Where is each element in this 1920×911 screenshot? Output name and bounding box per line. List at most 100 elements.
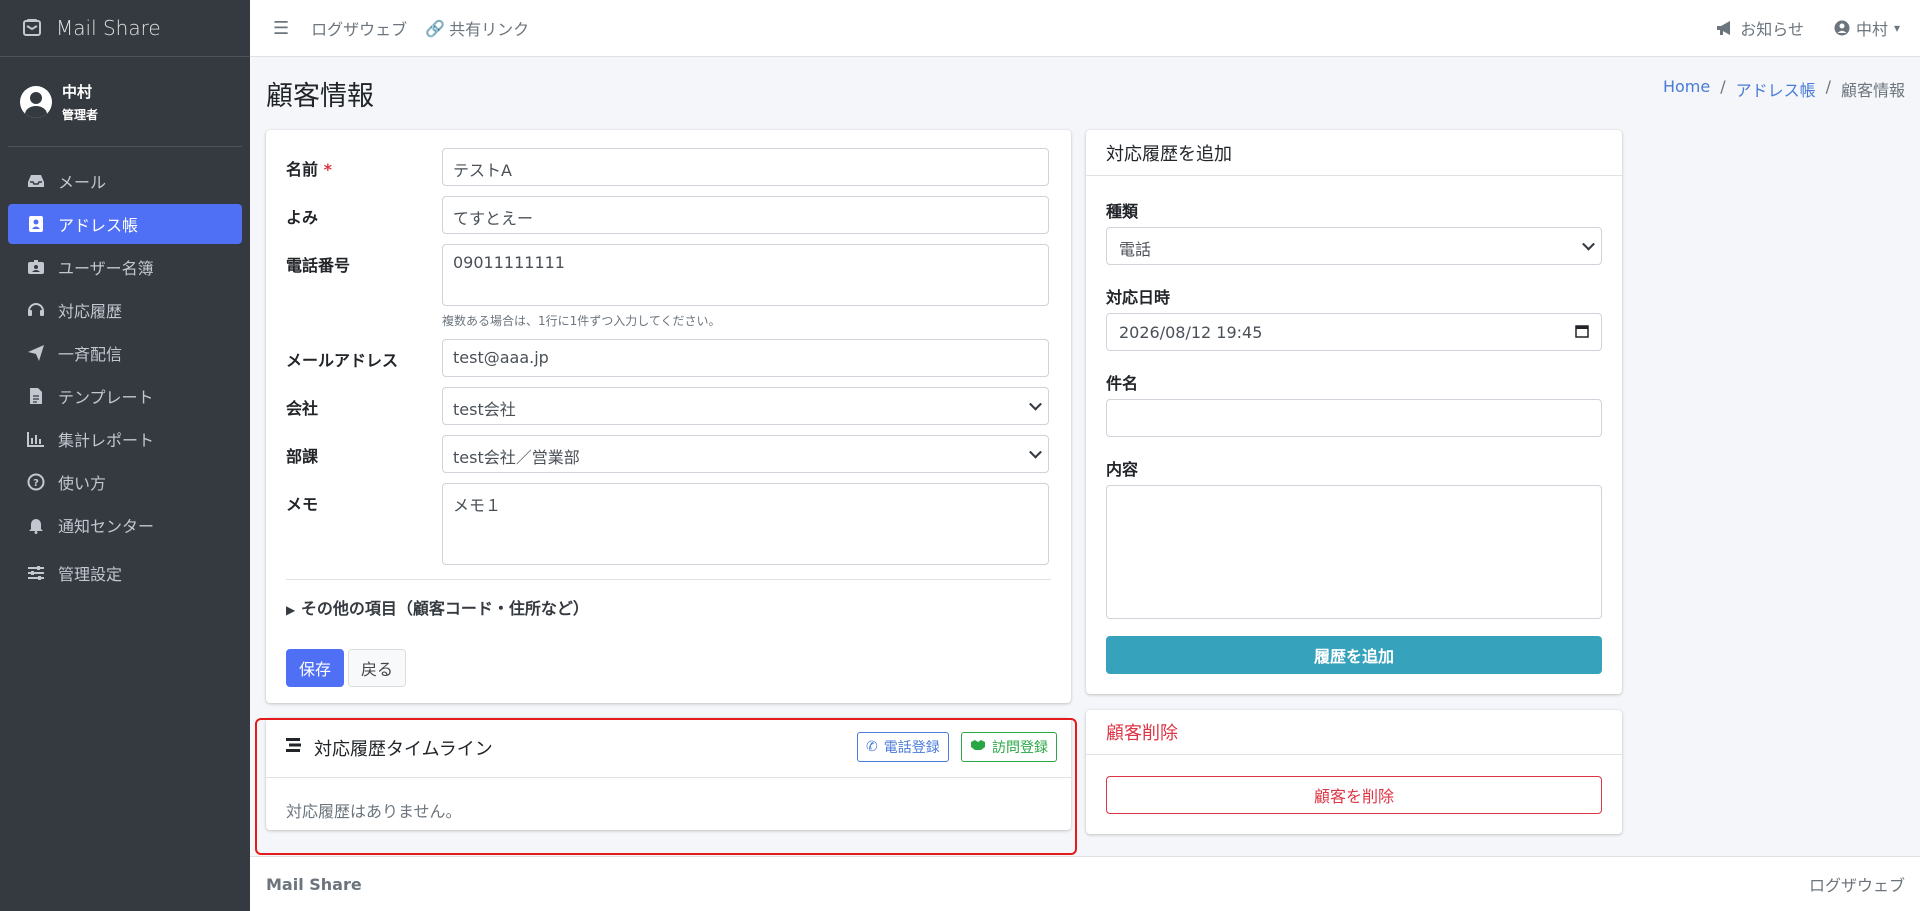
breadcrumb-home[interactable]: Home bbox=[1663, 77, 1710, 101]
delete-customer-card: 顧客削除 顧客を削除 bbox=[1086, 710, 1622, 834]
breadcrumb-separator: / bbox=[1720, 77, 1726, 96]
more-fields-label: その他の項目（顧客コード・住所など） bbox=[300, 599, 589, 618]
footer-brand: Mail Share bbox=[266, 874, 362, 894]
datetime-input[interactable]: 2026/08/12 19:45 bbox=[1106, 313, 1602, 351]
name-input[interactable]: テストA bbox=[442, 148, 1049, 186]
breadcrumb-addressbook[interactable]: アドレス帳 bbox=[1736, 77, 1816, 101]
sidebar-item-template[interactable]: テンプレート bbox=[8, 376, 242, 416]
logtheweb-link[interactable]: ログザウェブ bbox=[311, 16, 407, 40]
required-mark: * bbox=[323, 160, 332, 179]
phone-textarea[interactable]: 09011111111 bbox=[442, 244, 1049, 306]
footer-link[interactable]: ログザウェブ bbox=[1809, 872, 1905, 896]
sidebar-item-label: テンプレート bbox=[58, 388, 154, 407]
sidebar-item-admin-settings[interactable]: 管理設定 bbox=[8, 553, 242, 593]
form-divider bbox=[286, 579, 1051, 580]
svg-text:?: ? bbox=[33, 478, 39, 489]
breadcrumb-current: 顧客情報 bbox=[1840, 81, 1905, 100]
add-history-header: 対応履歴を追加 bbox=[1086, 130, 1622, 176]
timeline-highlight-box bbox=[255, 718, 1077, 855]
menu-toggle-icon[interactable]: ☰ bbox=[273, 18, 289, 39]
notice-label: お知らせ bbox=[1740, 20, 1804, 39]
type-label: 種類 bbox=[1106, 202, 1139, 221]
subject-label: 件名 bbox=[1106, 374, 1139, 393]
delete-customer-button[interactable]: 顧客を削除 bbox=[1106, 776, 1602, 814]
company-select-value: test会社 bbox=[453, 400, 516, 419]
sidebar-item-label: ユーザー名簿 bbox=[58, 259, 154, 278]
footer: Mail Share ログザウェブ bbox=[250, 856, 1920, 911]
dept-select[interactable]: test会社／営業部 bbox=[442, 435, 1049, 473]
breadcrumb-separator: / bbox=[1825, 77, 1831, 96]
calendar-icon[interactable] bbox=[1575, 323, 1589, 342]
file-icon bbox=[26, 387, 46, 405]
sidebar-item-help[interactable]: ? 使い方 bbox=[8, 462, 242, 502]
breadcrumb: Home / アドレス帳 / 顧客情報 bbox=[1663, 77, 1905, 101]
user-panel[interactable]: 中村 管理者 bbox=[8, 57, 242, 147]
content-label: 内容 bbox=[1106, 460, 1139, 479]
user-menu-label: 中村 bbox=[1855, 20, 1888, 39]
sidebar-nav: メール アドレス帳 ユーザー名簿 対応履歴 一斉配信 テンプレート 集計レポート… bbox=[0, 147, 250, 593]
mail-share-logo-icon bbox=[23, 19, 41, 36]
chevron-down-icon: ▾ bbox=[1893, 21, 1900, 35]
notice-link[interactable]: お知らせ bbox=[1716, 16, 1804, 40]
paper-plane-icon bbox=[26, 344, 46, 362]
link-icon: 🔗 bbox=[425, 18, 446, 38]
sidebar-item-history[interactable]: 対応履歴 bbox=[8, 290, 242, 330]
shared-link-label: 共有リンク bbox=[449, 20, 530, 39]
shared-link[interactable]: 🔗 共有リンク bbox=[425, 16, 529, 40]
user-avatar-icon bbox=[20, 85, 52, 118]
datetime-value: 2026/08/12 19:45 bbox=[1119, 322, 1263, 342]
customer-form-card: 名前 * テストA よみ てすとえー 電話番号 09011111111 複数ある… bbox=[266, 130, 1071, 703]
address-book-icon bbox=[26, 215, 46, 233]
phone-label: 電話番号 bbox=[286, 256, 351, 275]
company-select[interactable]: test会社 bbox=[442, 387, 1049, 425]
yomi-label: よみ bbox=[286, 208, 319, 227]
sidebar-item-label: 対応履歴 bbox=[58, 302, 123, 321]
sidebar-item-user-directory[interactable]: ユーザー名簿 bbox=[8, 247, 242, 287]
sidebar-item-mail[interactable]: メール bbox=[8, 161, 242, 201]
sidebar-item-label: 管理設定 bbox=[58, 565, 123, 584]
type-select[interactable]: 電話 bbox=[1106, 227, 1602, 265]
megaphone-icon bbox=[1717, 21, 1731, 35]
sidebar-item-label: 集計レポート bbox=[58, 431, 155, 450]
add-history-title: 対応履歴を追加 bbox=[1106, 143, 1232, 165]
top-navbar: ☰ ログザウェブ 🔗 共有リンク お知らせ 中村 ▾ bbox=[250, 0, 1920, 57]
question-circle-icon: ? bbox=[26, 473, 46, 491]
sliders-icon bbox=[26, 565, 46, 581]
user-menu[interactable]: 中村 ▾ bbox=[1834, 16, 1900, 40]
sidebar-item-label: 使い方 bbox=[58, 474, 107, 493]
sidebar-item-notifications[interactable]: 通知センター bbox=[8, 505, 242, 545]
bar-chart-icon bbox=[26, 431, 46, 447]
subject-input[interactable] bbox=[1106, 399, 1602, 437]
sidebar-item-report[interactable]: 集計レポート bbox=[8, 419, 242, 459]
delete-header: 顧客削除 bbox=[1086, 710, 1622, 755]
email-label: メールアドレス bbox=[286, 351, 399, 370]
headset-icon bbox=[26, 301, 46, 319]
phone-hint: 複数ある場合は、1行に1件ずつ入力してください。 bbox=[442, 314, 721, 328]
yomi-input[interactable]: てすとえー bbox=[442, 196, 1049, 234]
brand-link[interactable]: Mail Share bbox=[0, 0, 250, 57]
content-textarea[interactable] bbox=[1106, 485, 1602, 619]
memo-textarea[interactable]: メモ１ bbox=[442, 483, 1049, 565]
dept-select-value: test会社／営業部 bbox=[453, 448, 580, 467]
email-input[interactable]: test@aaa.jp bbox=[442, 339, 1049, 377]
brand-name: Mail Share bbox=[56, 16, 161, 40]
sidebar-item-label: 一斉配信 bbox=[58, 345, 123, 364]
save-button[interactable]: 保存 bbox=[286, 649, 344, 687]
sidebar-item-label: アドレス帳 bbox=[58, 216, 139, 235]
page-title: 顧客情報 bbox=[266, 81, 374, 112]
add-history-card: 対応履歴を追加 種類 電話 対応日時 2026/08/12 19:45 件名 内… bbox=[1086, 130, 1622, 694]
bell-icon bbox=[26, 516, 46, 534]
add-history-button[interactable]: 履歴を追加 bbox=[1106, 636, 1602, 674]
name-label: 名前 * bbox=[286, 160, 332, 179]
user-role: 管理者 bbox=[62, 107, 99, 122]
sidebar: Mail Share 中村 管理者 メール アドレス帳 ユーザー名簿 対応履歴 … bbox=[0, 0, 250, 911]
sidebar-item-addressbook[interactable]: アドレス帳 bbox=[8, 204, 242, 244]
delete-title: 顧客削除 bbox=[1106, 723, 1178, 744]
user-circle-icon bbox=[1834, 20, 1850, 36]
user-name: 中村 bbox=[62, 82, 93, 101]
sidebar-item-broadcast[interactable]: 一斉配信 bbox=[8, 333, 242, 373]
memo-label: メモ bbox=[286, 495, 319, 514]
sidebar-item-label: メール bbox=[58, 173, 107, 192]
more-fields-toggle[interactable]: ▶ その他の項目（顧客コード・住所など） bbox=[286, 595, 589, 619]
back-button[interactable]: 戻る bbox=[348, 649, 406, 687]
